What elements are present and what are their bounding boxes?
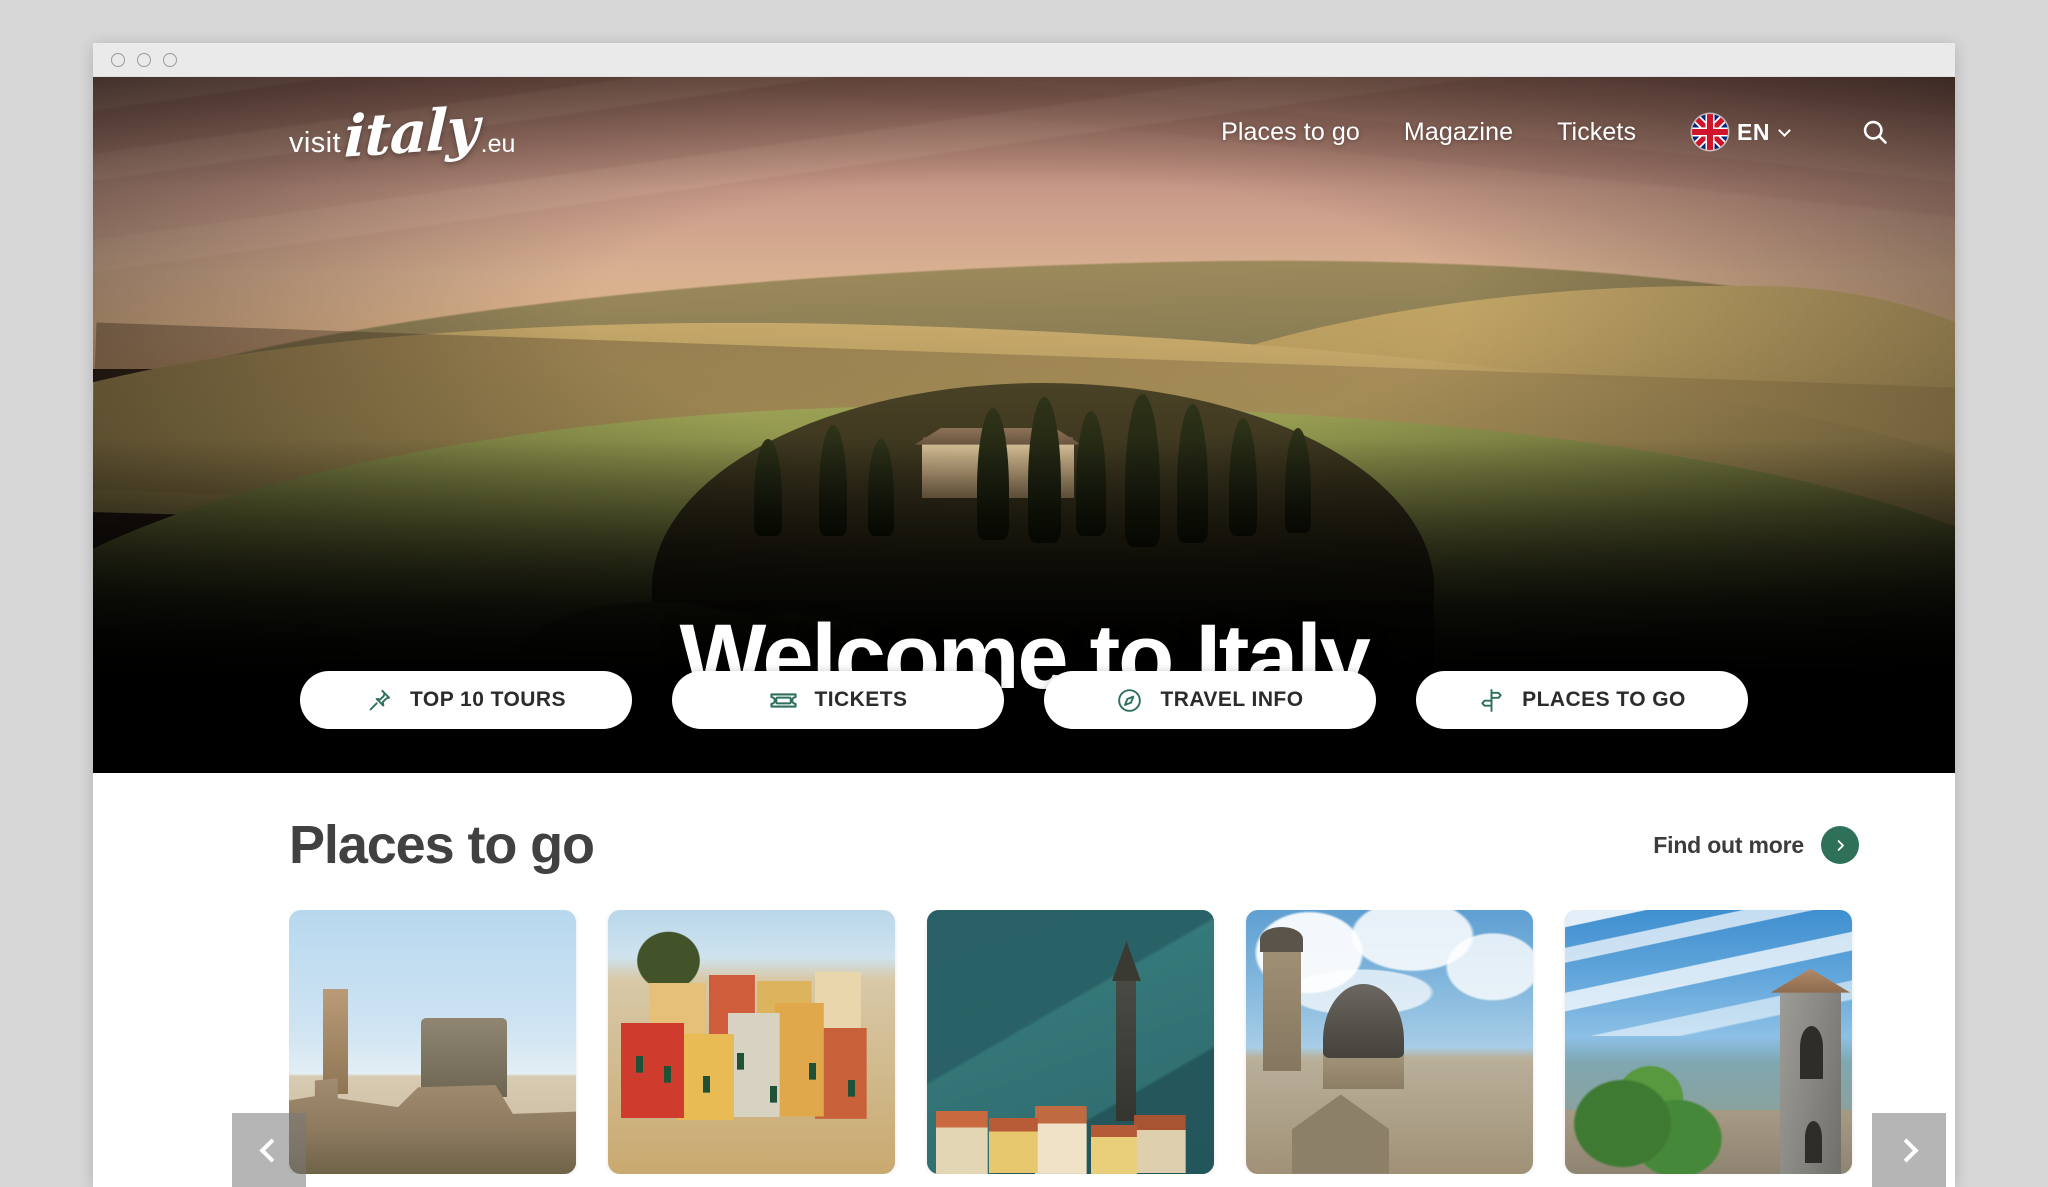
quick-action-label: TRAVEL INFO	[1160, 688, 1304, 711]
compass-icon	[1116, 687, 1143, 714]
card-image	[1246, 909, 1533, 1174]
ticket-icon	[769, 686, 798, 715]
carousel-prev-button[interactable]	[232, 1113, 306, 1187]
nav-item-magazine[interactable]: Magazine	[1404, 118, 1513, 147]
chevron-right-icon	[1821, 826, 1859, 865]
find-out-more-link[interactable]: Find out more	[1653, 826, 1859, 865]
list-item[interactable]	[1565, 909, 1852, 1174]
window-maximize-button[interactable]	[137, 52, 151, 67]
uk-flag-icon	[1692, 114, 1729, 150]
card-image	[1565, 909, 1852, 1174]
pin-icon	[366, 687, 393, 714]
card-image	[927, 909, 1214, 1174]
carousel-next-button[interactable]	[1872, 1113, 1946, 1187]
chevron-right-icon	[1894, 1137, 1919, 1163]
logo-text-visit: visit	[289, 126, 341, 159]
places-to-go-section: Places to go Find out more	[93, 773, 1955, 1187]
chevron-down-icon	[1778, 124, 1791, 137]
list-item[interactable]	[927, 909, 1214, 1174]
quick-action-travel-info[interactable]: TRAVEL INFO	[1044, 671, 1376, 729]
quick-action-label: PLACES TO GO	[1522, 688, 1686, 711]
section-header: Places to go Find out more	[289, 817, 1889, 874]
list-item[interactable]	[1246, 909, 1533, 1174]
find-out-more-label: Find out more	[1653, 831, 1804, 858]
browser-titlebar	[93, 43, 1955, 77]
logo-text-eu: .eu	[480, 129, 516, 158]
site-header: visit italy .eu Places to go Magazine Ti…	[93, 77, 1955, 187]
quick-actions-bar: TOP 10 TOURS TICKETS TRAVEL INFO PLACES …	[93, 671, 1955, 729]
list-item[interactable]	[608, 909, 895, 1174]
language-selector[interactable]: EN	[1692, 114, 1791, 150]
places-carousel	[289, 909, 1889, 1174]
main-navigation: Places to go Magazine Tickets EN	[1221, 114, 1889, 150]
browser-window: visit italy .eu Places to go Magazine Ti…	[93, 43, 1955, 1187]
card-image	[289, 909, 576, 1174]
quick-action-label: TICKETS	[814, 688, 908, 711]
card-image	[608, 909, 895, 1174]
nav-item-places-to-go[interactable]: Places to go	[1221, 118, 1360, 147]
search-icon[interactable]	[1861, 118, 1889, 146]
chevron-left-icon	[259, 1137, 284, 1163]
list-item[interactable]	[289, 909, 576, 1174]
site-logo[interactable]: visit italy .eu	[289, 94, 516, 171]
hero-banner: visit italy .eu Places to go Magazine Ti…	[93, 77, 1955, 773]
quick-action-label: TOP 10 TOURS	[410, 688, 566, 711]
quick-action-top-10-tours[interactable]: TOP 10 TOURS	[300, 671, 632, 729]
window-minimize-button[interactable]	[111, 52, 125, 67]
nav-item-tickets[interactable]: Tickets	[1557, 118, 1636, 147]
logo-text-italy: italy	[342, 93, 480, 171]
language-code: EN	[1737, 118, 1770, 145]
page-title: Places to go	[289, 815, 595, 875]
window-close-button[interactable]	[163, 52, 177, 67]
quick-action-places-to-go[interactable]: PLACES TO GO	[1416, 671, 1748, 729]
quick-action-tickets[interactable]: TICKETS	[672, 671, 1004, 729]
signpost-icon	[1478, 687, 1505, 714]
